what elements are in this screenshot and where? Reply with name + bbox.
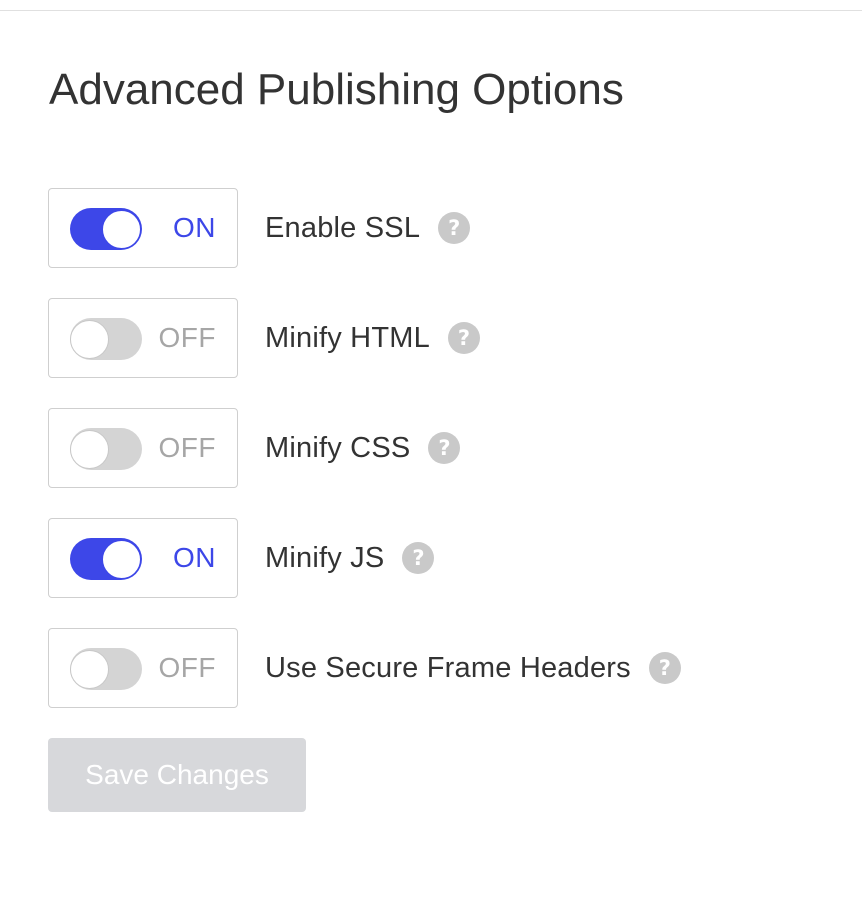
toggle-switch-track: [70, 318, 142, 360]
toggle-switch-track: [70, 208, 142, 250]
toggle-state-text: ON: [173, 212, 216, 243]
secure-frame-headers-toggle[interactable]: OFF: [48, 628, 238, 708]
option-row-minify-css: OFF Minify CSS ?: [48, 408, 461, 488]
page-title: Advanced Publishing Options: [49, 65, 624, 114]
option-row-enable-ssl: ON Enable SSL ?: [48, 188, 471, 268]
option-label: Minify HTML: [265, 321, 430, 354]
toggle-switch-knob: [70, 319, 109, 359]
toggle-switch-knob: [70, 649, 109, 689]
option-row-secure-frame-headers: OFF Use Secure Frame Headers ?: [48, 628, 681, 708]
toggle-switch-track: [70, 538, 142, 580]
toggle-state-text: OFF: [158, 652, 216, 683]
option-label: Minify CSS: [265, 431, 411, 464]
minify-css-toggle[interactable]: OFF: [48, 408, 238, 488]
option-row-minify-js: ON Minify JS ?: [48, 518, 435, 598]
question-mark-icon[interactable]: ?: [438, 212, 471, 244]
option-label: Minify JS: [265, 541, 385, 574]
option-row-minify-html: OFF Minify HTML ?: [48, 298, 480, 378]
question-mark-icon[interactable]: ?: [648, 652, 681, 684]
save-changes-button[interactable]: Save Changes: [48, 738, 306, 812]
question-mark-icon[interactable]: ?: [402, 542, 435, 574]
toggle-state-text: OFF: [158, 322, 216, 353]
toggle-switch-knob: [101, 539, 141, 579]
toggle-switch-knob: [70, 429, 109, 469]
minify-html-toggle[interactable]: OFF: [48, 298, 238, 378]
enable-ssl-toggle[interactable]: ON: [48, 188, 238, 268]
toggle-state-text: OFF: [158, 432, 216, 463]
toggle-switch-knob: [101, 209, 141, 249]
toggle-switch-track: [70, 648, 142, 690]
option-label: Use Secure Frame Headers: [265, 651, 631, 684]
minify-js-toggle[interactable]: ON: [48, 518, 238, 598]
toggle-switch-track: [70, 428, 142, 470]
question-mark-icon[interactable]: ?: [428, 432, 461, 464]
top-divider: [0, 10, 862, 11]
question-mark-icon[interactable]: ?: [447, 322, 480, 354]
toggle-state-text: ON: [173, 542, 216, 573]
option-label: Enable SSL: [265, 211, 421, 244]
